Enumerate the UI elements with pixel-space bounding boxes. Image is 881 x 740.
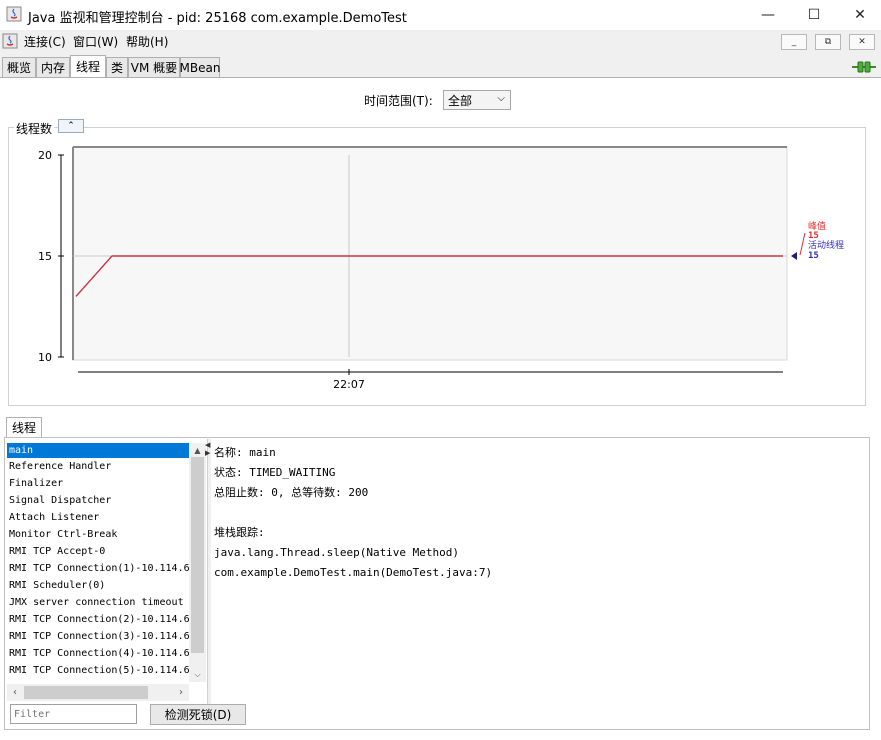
thread-counts-line: 总阻止数: 0, 总等待数: 200 (214, 486, 369, 499)
plot-area (72, 146, 788, 361)
threads-subtab[interactable]: 线程 (6, 417, 42, 437)
stack-frame: java.lang.Thread.sleep(Native Method) (214, 546, 460, 559)
y-tick-label: 15 (38, 250, 52, 263)
thread-list-item[interactable]: JMX server connection timeout (7, 594, 189, 611)
thread-list-item[interactable]: RMI TCP Connection(3)-10.114.6 (7, 628, 189, 645)
thread-list-item[interactable]: Monitor Ctrl-Break (7, 526, 189, 543)
thread-list-item[interactable]: RMI TCP Connection(1)-10.114.6 (7, 560, 189, 577)
thread-list-item[interactable]: RMI TCP Accept-0 (7, 543, 189, 560)
thread-list-item[interactable]: RMI Scheduler(0) (7, 577, 189, 594)
split-pane-divider[interactable] (207, 439, 211, 706)
vscroll-thumb[interactable] (191, 457, 204, 653)
thread-list[interactable]: main Reference Handler Finalizer Signal Dis… (7, 443, 189, 682)
thread-list-item[interactable]: Attach Listener (7, 509, 189, 526)
thread-name-line: 名称: main (214, 446, 276, 459)
thread-filter-input[interactable] (10, 704, 137, 724)
thread-state-line: 状态: TIMED_WAITING (214, 466, 336, 479)
scroll-up-icon[interactable]: ▲ (189, 443, 206, 457)
legend-series-name: 活动线程 (808, 239, 844, 251)
legend-series-value: 15 (808, 231, 819, 241)
hscroll-thumb[interactable] (24, 686, 148, 699)
stack-frame: com.example.DemoTest.main(DemoTest.java:… (214, 566, 493, 579)
legend-series-value: 15 (808, 251, 819, 261)
y-tick-label: 20 (38, 149, 52, 162)
scroll-down-icon[interactable]: ⌵ (189, 668, 206, 682)
legend-marker-active (791, 252, 797, 260)
thread-details: 名称: main 状态: TIMED_WAITING 总阻止数: 0, 总等待数… (214, 445, 492, 585)
thread-list-item[interactable]: RMI TCP Connection(2)-10.114.6 (7, 611, 189, 628)
thread-list-hscrollbar[interactable]: ‹ › (7, 684, 189, 701)
detect-deadlock-button[interactable]: 检测死锁(D) (150, 704, 246, 725)
scroll-left-icon[interactable]: ‹ (7, 684, 23, 701)
legend-pointer-peak (799, 232, 806, 256)
thread-count-chart: 20151022:07峰值15活动线程15 (38, 146, 844, 391)
thread-list-item[interactable]: main (7, 443, 189, 458)
thread-list-vscrollbar[interactable]: ▲ ⌵ (189, 443, 206, 682)
y-tick-label: 10 (38, 351, 52, 364)
scroll-right-icon[interactable]: › (173, 684, 189, 701)
thread-list-item[interactable]: RMI TCP Connection(5)-10.114.6 (7, 662, 189, 679)
thread-list-item[interactable]: Reference Handler (7, 458, 189, 475)
thread-list-item[interactable]: RMI TCP Connection(4)-10.114.6 (7, 645, 189, 662)
thread-list-item[interactable]: Finalizer (7, 475, 189, 492)
x-tick-label: 22:07 (333, 378, 365, 391)
thread-list-item[interactable]: Signal Dispatcher (7, 492, 189, 509)
stack-trace-label: 堆栈跟踪: (214, 526, 265, 539)
split-arrows-icon[interactable]: ◀ ▶ (205, 441, 210, 457)
